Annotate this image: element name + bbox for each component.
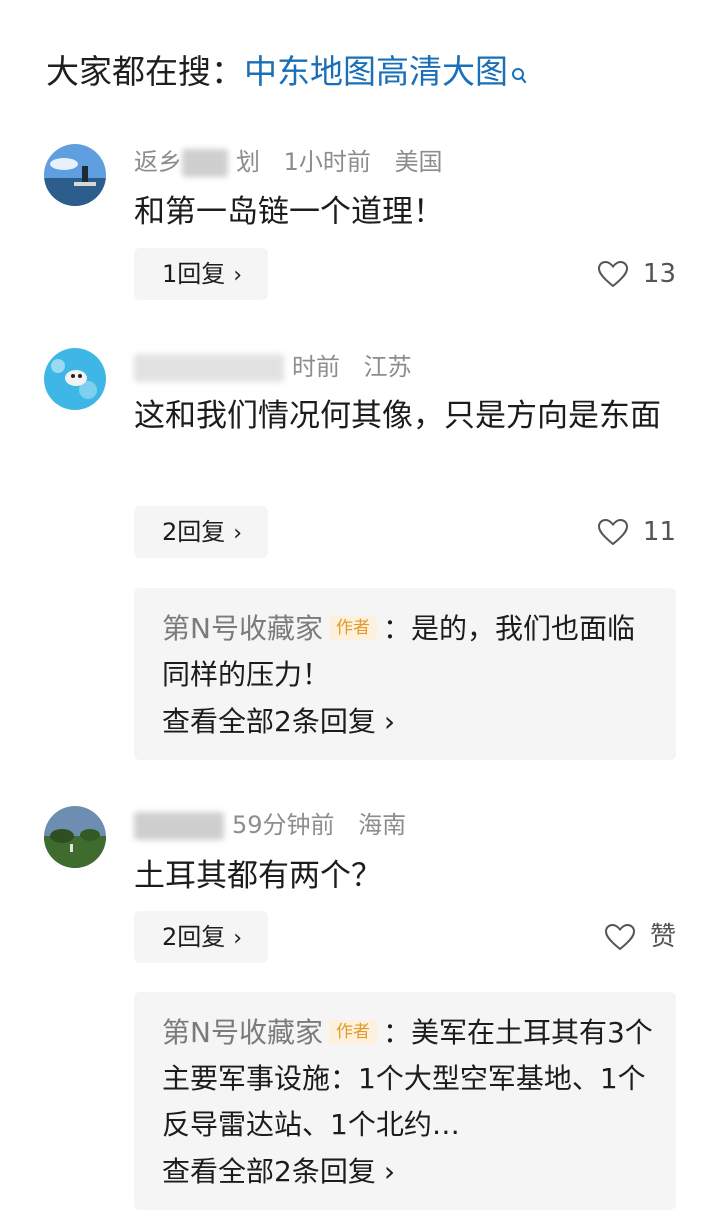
comment-text: 这和我们情况何其像，只是方向是东面 xyxy=(134,398,661,434)
view-all-replies-link[interactable]: 查看全部2条回复 › xyxy=(162,1152,395,1192)
sub-reply-panel[interactable]: 第N号收藏家 作者 ：美军在土耳其有3个主要军事设施：1个大型空军基地、1个反导雷达… xyxy=(134,992,676,1210)
comment-text: 和第一岛链一个道理！ xyxy=(134,194,444,230)
comment-meta: 59分钟前 海南 xyxy=(134,809,406,841)
chevron-right-icon: › xyxy=(233,263,243,288)
author-badge: 作者 xyxy=(328,1020,377,1044)
view-all-replies-label: 查看全部2条回复 xyxy=(162,705,376,738)
like-count: 13 xyxy=(642,259,676,289)
view-all-replies-link[interactable]: 查看全部2条回复 › xyxy=(162,702,395,742)
comment-location: 江苏 xyxy=(363,353,412,381)
username-redacted[interactable] xyxy=(134,354,284,382)
avatar[interactable] xyxy=(44,144,106,206)
username-visible-part[interactable]: 返乡 xyxy=(134,148,182,176)
comment-text: 土耳其都有两个？ xyxy=(134,858,382,894)
comment-time: 时前 xyxy=(292,353,340,381)
username-redacted xyxy=(182,149,228,177)
reply-count-button[interactable]: 2回复 › xyxy=(134,911,269,963)
reply-count-button[interactable]: 2回复 › xyxy=(134,506,269,558)
heart-icon xyxy=(604,923,635,951)
avatar[interactable] xyxy=(44,348,106,410)
chevron-right-icon: › xyxy=(233,926,243,951)
avatar[interactable] xyxy=(44,806,106,868)
view-all-replies-label: 查看全部2条回复 xyxy=(162,1155,376,1188)
like-count: 11 xyxy=(642,517,676,547)
reply-count-button[interactable]: 1回复 › xyxy=(134,248,269,300)
sub-reply-text-block: 第N号收藏家 作者 ：是的，我们也面临同样的压力！ xyxy=(162,606,662,698)
like-button[interactable]: 11 xyxy=(597,514,676,550)
heart-icon xyxy=(597,518,628,546)
author-badge: 作者 xyxy=(328,616,377,640)
reply-count-label: 2回复 xyxy=(162,923,226,951)
hot-search-query-link[interactable]: 中东地图高清大图 xyxy=(244,52,508,91)
comment-time: 1小时前 xyxy=(283,148,371,176)
comment-meta: 返乡 划 1小时前 美国 xyxy=(134,146,443,178)
chevron-right-icon: › xyxy=(383,705,396,738)
hot-search-line: 大家都在搜：中东地图高清大图 xyxy=(46,50,527,96)
reply-count-label: 1回复 xyxy=(162,260,226,288)
like-label: 赞 xyxy=(649,922,676,952)
chevron-right-icon: › xyxy=(233,521,243,546)
username-redacted[interactable] xyxy=(134,812,224,840)
reply-count-label: 2回复 xyxy=(162,518,226,546)
sub-reply-author[interactable]: 第N号收藏家 xyxy=(162,1016,323,1049)
search-icon[interactable] xyxy=(511,52,527,96)
comment-location: 海南 xyxy=(358,811,407,839)
comment-location: 美国 xyxy=(394,148,443,176)
heart-icon xyxy=(597,260,628,288)
username-visible-end[interactable]: 划 xyxy=(236,148,260,176)
sub-reply-author[interactable]: 第N号收藏家 xyxy=(162,612,323,645)
like-button[interactable]: 13 xyxy=(597,256,676,292)
comment-time: 59分钟前 xyxy=(232,811,335,839)
comment-meta: 时前 江苏 xyxy=(134,351,412,383)
chevron-right-icon: › xyxy=(383,1155,396,1188)
sub-reply-panel[interactable]: 第N号收藏家 作者 ：是的，我们也面临同样的压力！ 查看全部2条回复 › xyxy=(134,588,676,760)
sub-reply-text-block: 第N号收藏家 作者 ：美军在土耳其有3个主要军事设施：1个大型空军基地、1个反导雷达… xyxy=(162,1010,662,1148)
hot-search-label: 大家都在搜： xyxy=(46,52,244,91)
like-button[interactable]: 赞 xyxy=(604,919,676,955)
